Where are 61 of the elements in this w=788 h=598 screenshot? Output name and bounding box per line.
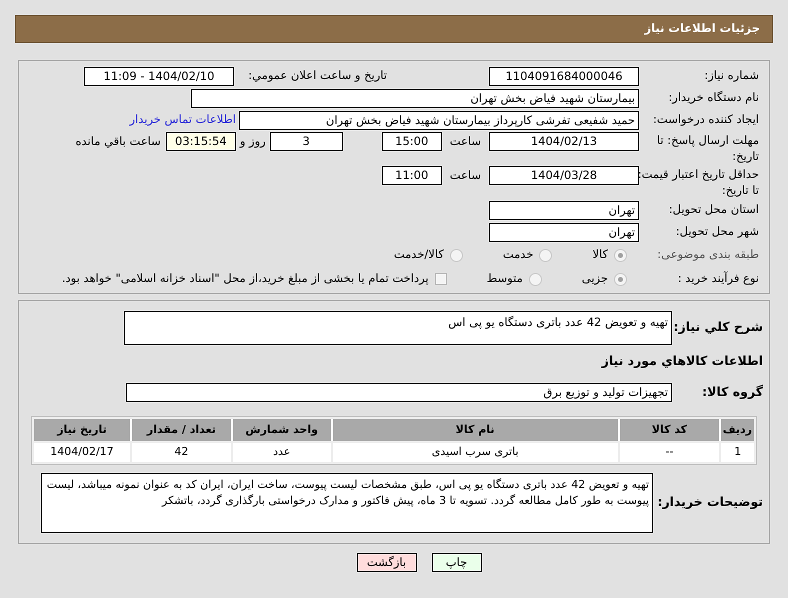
column-header: واحد شمارش — [232, 418, 331, 441]
page-title: جزئیات اطلاعات نیاز — [644, 20, 760, 38]
time-label: ساعت — [450, 167, 481, 184]
checkbox[interactable] — [434, 273, 447, 285]
buyer-notes-field[interactable]: تهیه و تعویض 42 عدد باتری دستگاه یو پی اس، طبق مشخصات لیست پیوست، ساخت ایران، ایران کد به عنوان نمونه میباشد، لیست پیوست به طور کامل مطالعه گردد. تسویه تا 3 ماه، پیش فاکتور و مدارک درخواستی بارگذاری گردد، باتشکر — [41, 472, 653, 533]
table-cell: -- — [620, 442, 720, 462]
input-field[interactable]: تجهیزات تولید و توزیع برق — [126, 382, 672, 402]
input-field[interactable]: 1104091684000046 — [489, 66, 639, 86]
input-field[interactable]: 11:00 — [382, 166, 442, 185]
time-label: ساعت — [450, 133, 481, 150]
field-label: نوع فرآیند خرید : — [676, 270, 760, 288]
table-cell: 1404/02/17 — [34, 442, 130, 462]
table-cell: 42 — [132, 442, 231, 462]
input-field[interactable]: 3 — [270, 132, 343, 151]
input-field[interactable]: تهران — [489, 222, 639, 242]
print-button[interactable]: چاپ — [432, 552, 482, 572]
table-cell: عدد — [232, 442, 331, 462]
back-button[interactable]: بازگشت — [356, 552, 416, 572]
input-field[interactable]: 1404/03/28 — [489, 166, 639, 185]
column-header: ردیف — [721, 418, 754, 441]
field-label: تاریخ و ساعت اعلان عمومي: — [247, 67, 387, 84]
radio-button[interactable] — [614, 248, 627, 262]
column-header: تاریخ نیاز — [34, 418, 130, 441]
description-field[interactable]: تهیه و تعویض 42 عدد باتری دستگاه یو پی اس — [124, 311, 672, 345]
column-header: تعداد / مقدار — [132, 418, 231, 441]
field-label: طبقه بندی موضوعی: — [656, 246, 760, 264]
days-label: روز و — [240, 133, 266, 150]
input-field[interactable]: 15:00 — [382, 132, 442, 151]
radio-label: جزیی — [582, 270, 608, 288]
radio-label: کالا — [592, 246, 608, 264]
input-field[interactable]: تهران — [489, 200, 639, 220]
input-field[interactable]: 1404/02/10 - 11:09 — [84, 66, 234, 86]
table-cell: باتری سرب اسیدی — [332, 442, 618, 462]
radio-button[interactable] — [539, 248, 552, 262]
column-header: نام کالا — [332, 418, 618, 441]
table-cell: 1 — [721, 442, 754, 462]
radio-button[interactable] — [450, 248, 463, 262]
field-label: ایجاد کننده درخواست: — [652, 111, 760, 128]
field-label: شماره نیاز: — [703, 67, 760, 84]
column-header: کد کالا — [620, 418, 720, 441]
field-label: توضیحات خریدار: — [656, 493, 764, 512]
input-field[interactable]: 1404/02/13 — [489, 132, 639, 151]
field-label: شرح کلي نياز: — [672, 318, 764, 336]
field-label: مهلت ارسال پاسخ: تا تاریخ: — [656, 132, 760, 164]
field-label: نام دستگاه خريدار: — [667, 89, 760, 106]
field-label: استان محل تحویل: — [668, 201, 760, 218]
remaining-label: ساعت باقي مانده — [76, 133, 161, 150]
radio-button[interactable] — [614, 272, 627, 286]
field-label: گروه کالا: — [701, 382, 764, 401]
radio-label: کالا/خدمت — [394, 246, 444, 264]
input-field[interactable]: بیمارستان شهید فیاض بخش تهران — [191, 88, 639, 108]
input-field[interactable]: حمید شفیعی تفرشی کارپرداز بیمارستان شهید فیاض بخش تهران — [239, 110, 639, 130]
field-label: حداقل تاریخ اعتبار قیمت: تا تاریخ: — [636, 166, 760, 198]
radio-button[interactable] — [528, 272, 542, 286]
section-heading: اطلاعات کالاهاي مورد نياز — [600, 352, 764, 370]
field-label: شهر محل تحویل: — [674, 223, 760, 240]
remaining-time-field: 03:15:54 — [166, 132, 236, 151]
buyer-contact-link[interactable]: اطلاعات تماس خریدار — [129, 111, 236, 129]
radio-label: خدمت — [502, 246, 534, 264]
payment-note: پرداخت تمام یا بخشی از مبلغ خرید،از محل "اسناد خزانه اسلامی" خواهد بود. — [62, 270, 429, 288]
radio-label: متوسط — [486, 270, 523, 288]
